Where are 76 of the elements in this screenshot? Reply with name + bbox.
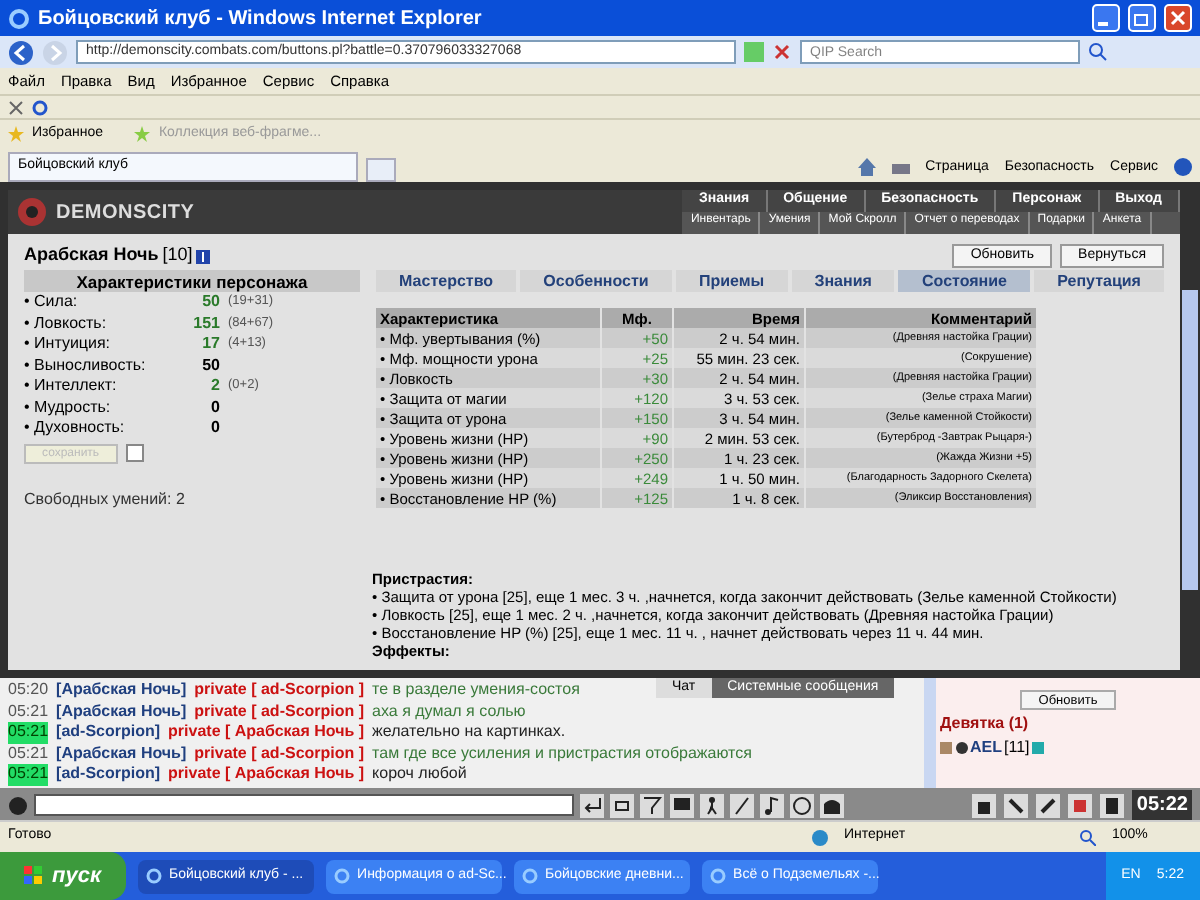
windows-logo-icon[interactable]: [24, 866, 44, 886]
game-logo: DEMONSCITY: [56, 199, 195, 227]
user-level: [11]: [1004, 736, 1030, 760]
tab[interactable]: Состояние: [898, 270, 1031, 292]
stat-label: • Сила:: [24, 292, 80, 315]
stop-icon[interactable]: [772, 42, 792, 62]
message-time: 05:21: [8, 701, 49, 722]
chat-input[interactable]: [34, 794, 574, 816]
search-icon[interactable]: [1088, 42, 1108, 62]
message-text: аха я думал я солью: [372, 701, 526, 722]
home-icon[interactable]: [857, 158, 876, 177]
sender-name[interactable]: [ad-Scorpion]: [56, 764, 161, 785]
tab[interactable]: Приемы: [675, 270, 788, 292]
stat-label: • Ловкость:: [24, 311, 109, 336]
start-button[interactable]: пуск: [0, 852, 126, 900]
checkbox[interactable]: [125, 444, 144, 462]
tab[interactable]: Особенности: [520, 270, 672, 292]
user-status-icon[interactable]: [940, 740, 968, 756]
close-icon[interactable]: [8, 99, 24, 115]
message-text: там где все усиления и пристрастия отображаются: [372, 743, 752, 764]
scrollbar[interactable]: [924, 678, 936, 788]
stat-value: 0: [209, 416, 220, 441]
browser-icon[interactable]: [145, 868, 162, 884]
private-recipient[interactable]: private [ Арабская Ночь ]: [168, 722, 365, 743]
star-icon[interactable]: [8, 126, 24, 142]
stat-label: • Интуиция:: [24, 332, 113, 357]
stat-label: • Духовность:: [24, 416, 127, 441]
info-icon[interactable]: [196, 249, 211, 263]
private-recipient[interactable]: private [ ad-Scorpion ]: [194, 701, 365, 722]
back-icon[interactable]: [8, 39, 34, 65]
stat-value: 0: [209, 395, 220, 420]
message-time: 05:21: [8, 722, 49, 743]
scrollbar-thumb[interactable]: [1182, 290, 1198, 590]
power-icon[interactable]: [32, 99, 48, 115]
message-time: 05:21: [8, 743, 49, 764]
tab[interactable]: Репутация: [1034, 270, 1165, 292]
section-header: Характеристики персонажа: [24, 270, 360, 292]
music-note-icon[interactable]: [762, 795, 782, 815]
message-time: 05:20: [8, 680, 49, 701]
message-text: короч любой: [372, 764, 467, 785]
character-level: [10]: [162, 242, 193, 269]
globe-icon[interactable]: [812, 829, 828, 845]
stat-value: 50: [200, 353, 220, 378]
room-name: Девятка (1): [940, 712, 1029, 736]
stat-label: • Мудрость:: [24, 395, 113, 420]
minimize-icon[interactable]: [1092, 4, 1120, 32]
restore-icon[interactable]: [1128, 4, 1156, 32]
message-time: 05:21: [8, 764, 49, 785]
window-title: Бойцовский клуб - Windows Internet Explorer: [38, 5, 484, 33]
private-recipient[interactable]: private [ Арабская Ночь ]: [168, 764, 365, 785]
private-recipient[interactable]: private [ ad-Scorpion ]: [194, 743, 365, 764]
tab[interactable]: Знания: [791, 270, 895, 292]
character-name: Арабская Ночь: [24, 242, 159, 269]
stat-value: 17: [200, 332, 220, 357]
user-name[interactable]: AEL: [970, 736, 1002, 760]
sender-name[interactable]: [Арабская Ночь]: [56, 680, 187, 701]
message-text: те в разделе умения-состоя: [372, 680, 580, 701]
game-clock: 05:22: [1132, 790, 1192, 820]
tab[interactable]: Мастерство: [376, 270, 517, 292]
stat-label: • Интеллект:: [24, 374, 119, 399]
stat-label: • Выносливость:: [24, 353, 148, 378]
sender-name[interactable]: [ad-Scorpion]: [56, 722, 161, 743]
enter-icon[interactable]: [582, 795, 602, 815]
zoom-icon[interactable]: [1080, 829, 1096, 845]
message-text: желательно на картинках.: [372, 722, 566, 743]
sender-name[interactable]: [Арабская Ночь]: [56, 701, 187, 722]
free-skills-text: Свободных умений: 2: [24, 487, 187, 511]
stat-value: 50: [200, 292, 220, 315]
ie-logo-icon[interactable]: [8, 7, 30, 29]
slash-icon[interactable]: [732, 795, 752, 815]
walking-person-icon[interactable]: [702, 795, 722, 815]
sender-name[interactable]: [Арабская Ночь]: [56, 743, 187, 764]
emblem-icon[interactable]: [16, 196, 48, 228]
private-recipient[interactable]: private [ ad-Scorpion ]: [194, 680, 365, 701]
stat-value: 151: [191, 311, 220, 336]
stat-value: 2: [209, 374, 220, 399]
